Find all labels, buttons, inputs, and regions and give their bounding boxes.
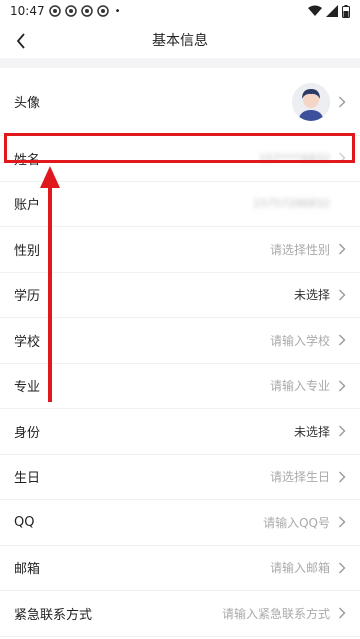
status-time: 10:47 xyxy=(10,4,45,18)
chevron-right-icon xyxy=(339,607,346,619)
row-right: 请选择生日 xyxy=(270,468,346,485)
row-birthday[interactable]: 生日 请选择生日 xyxy=(0,454,360,500)
avatar[interactable] xyxy=(292,82,330,121)
birthday-placeholder: 请选择生日 xyxy=(269,470,330,485)
row-major[interactable]: 专业 请输入专业 xyxy=(0,363,360,409)
chevron-right-icon xyxy=(339,471,346,483)
row-qq[interactable]: QQ 请输入QQ号 xyxy=(0,500,360,546)
row-label: 账户 xyxy=(14,198,41,214)
account-value: 15757286832 xyxy=(253,197,330,211)
row-name[interactable]: 姓名 157****6832 xyxy=(0,136,360,182)
emergency-contact-placeholder: 请输入紧急联系方式 xyxy=(221,606,330,621)
chevron-right-icon xyxy=(339,96,346,107)
notification-icon xyxy=(64,5,77,17)
more-notifications-dot: • xyxy=(114,5,121,17)
row-label: 邮箱 xyxy=(14,562,41,578)
row-right: 157****6832 xyxy=(259,152,346,165)
row-right: 请输入紧急联系方式 xyxy=(222,605,346,622)
chevron-right-icon xyxy=(339,289,346,301)
row-right: 请输入专业 xyxy=(270,377,346,394)
row-right: 15757286832 xyxy=(253,197,346,210)
row-label: 学历 xyxy=(14,289,41,305)
chevron-right-icon xyxy=(339,516,346,528)
status-right xyxy=(308,4,350,18)
row-label: QQ xyxy=(14,514,35,530)
chevron-right-icon xyxy=(339,562,346,574)
row-label: 生日 xyxy=(14,471,41,487)
avatar-image xyxy=(292,82,330,121)
chevron-right-icon xyxy=(339,425,346,437)
back-button[interactable] xyxy=(10,30,32,52)
row-label: 姓名 xyxy=(14,152,41,168)
identity-value: 未选择 xyxy=(293,424,330,439)
row-label: 头像 xyxy=(14,96,41,111)
row-label: 紧急联系方式 xyxy=(14,607,93,623)
row-education[interactable]: 学历 未选择 xyxy=(0,272,360,318)
row-identity[interactable]: 身份 未选择 xyxy=(0,409,360,455)
status-bar: 10:47 • xyxy=(0,0,360,22)
row-label: 性别 xyxy=(14,243,41,259)
info-list: 头像 姓名 157****6832 账户 15757286832 性别 请选择性… xyxy=(0,68,360,637)
row-account: 账户 15757286832 xyxy=(0,181,360,227)
row-label: 身份 xyxy=(14,425,41,441)
notification-icon xyxy=(96,5,109,17)
row-label: 专业 xyxy=(14,380,41,396)
signal-icon xyxy=(326,5,338,17)
row-avatar[interactable]: 头像 xyxy=(0,68,360,136)
chevron-right-icon xyxy=(339,334,346,346)
row-label: 学校 xyxy=(14,334,41,350)
wifi-icon xyxy=(308,5,322,16)
page-title: 基本信息 xyxy=(152,33,208,49)
gender-placeholder: 请选择性别 xyxy=(269,242,330,257)
email-placeholder: 请输入邮箱 xyxy=(269,561,330,576)
status-left: 10:47 • xyxy=(10,4,121,18)
name-value: 157****6832 xyxy=(259,151,330,165)
row-email[interactable]: 邮箱 请输入邮箱 xyxy=(0,545,360,591)
school-placeholder: 请输入学校 xyxy=(269,333,330,348)
row-right: 未选择 xyxy=(294,286,346,303)
notification-icon xyxy=(48,5,61,17)
row-right: 请选择性别 xyxy=(270,241,346,258)
battery-icon xyxy=(342,4,350,18)
row-right: 未选择 xyxy=(294,423,346,440)
major-placeholder: 请输入专业 xyxy=(269,379,330,394)
navigation-bar: 基本信息 xyxy=(0,22,360,58)
chevron-right-icon xyxy=(339,380,346,392)
row-right xyxy=(292,82,346,121)
notification-icon xyxy=(80,5,93,17)
row-emergency-contact[interactable]: 紧急联系方式 请输入紧急联系方式 xyxy=(0,591,360,637)
section-gap xyxy=(0,58,360,68)
row-right: 请输入学校 xyxy=(270,332,346,349)
back-arrow-icon xyxy=(16,33,25,49)
education-value: 未选择 xyxy=(293,288,330,303)
qq-placeholder: 请输入QQ号 xyxy=(263,515,330,530)
chevron-right-icon xyxy=(339,152,346,164)
row-right: 请输入邮箱 xyxy=(270,559,346,576)
row-right: 请输入QQ号 xyxy=(263,514,346,531)
row-gender[interactable]: 性别 请选择性别 xyxy=(0,227,360,273)
row-school[interactable]: 学校 请输入学校 xyxy=(0,318,360,364)
chevron-right-icon xyxy=(339,243,346,255)
